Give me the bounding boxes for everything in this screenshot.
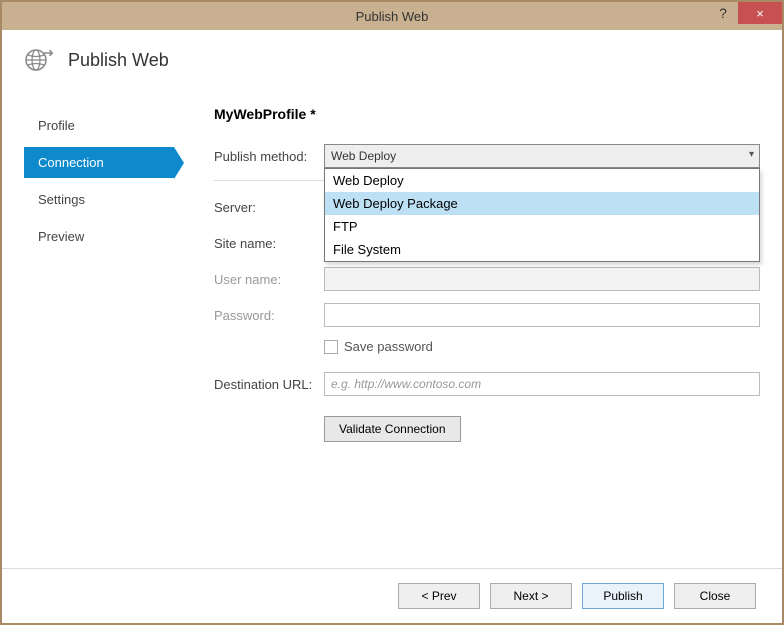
dropdown-option-web-deploy[interactable]: Web Deploy <box>325 169 759 192</box>
save-password-label: Save password <box>344 339 433 354</box>
dropdown-option-ftp[interactable]: FTP <box>325 215 759 238</box>
help-icon: ? <box>719 5 727 21</box>
publish-button[interactable]: Publish <box>582 583 664 609</box>
sidebar-item-label: Settings <box>38 192 85 207</box>
save-password-row: Save password <box>324 339 760 354</box>
password-label: Password: <box>214 308 324 323</box>
main-pane: MyWebProfile * Publish method: Web Deplo… <box>174 100 760 568</box>
sidebar-item-label: Connection <box>38 155 104 170</box>
publish-method-select-wrap: Web Deploy ▾ Web Deploy Web Deploy Packa… <box>324 144 760 168</box>
sidebar-item-preview[interactable]: Preview <box>24 221 174 252</box>
dropdown-option-web-deploy-package[interactable]: Web Deploy Package <box>325 192 759 215</box>
sidebar-item-profile[interactable]: Profile <box>24 110 174 141</box>
close-button[interactable]: Close <box>674 583 756 609</box>
publish-web-dialog: Publish Web ? × Publish Web Profile <box>0 0 784 625</box>
dialog-footer: < Prev Next > Publish Close <box>2 568 782 623</box>
server-label: Server: <box>214 200 324 215</box>
sidebar-item-settings[interactable]: Settings <box>24 184 174 215</box>
user-name-row: User name: <box>214 267 760 291</box>
user-name-label: User name: <box>214 272 324 287</box>
sidebar-item-label: Profile <box>38 118 75 133</box>
publish-method-select[interactable]: Web Deploy <box>324 144 760 168</box>
profile-title: MyWebProfile * <box>214 106 760 122</box>
dialog-body: Profile Connection Settings Preview MyWe… <box>2 100 782 568</box>
validate-connection-button[interactable]: Validate Connection <box>324 416 461 442</box>
globe-publish-icon <box>24 44 56 76</box>
sidebar-item-connection[interactable]: Connection <box>24 147 174 178</box>
publish-method-label: Publish method: <box>214 149 324 164</box>
close-icon: × <box>756 6 764 21</box>
destination-url-label: Destination URL: <box>214 377 324 392</box>
publish-method-value: Web Deploy <box>331 149 396 163</box>
help-button[interactable]: ? <box>708 2 738 24</box>
password-row: Password: <box>214 303 760 327</box>
site-name-label: Site name: <box>214 236 324 251</box>
destination-url-input[interactable] <box>324 372 760 396</box>
publish-method-row: Publish method: Web Deploy ▾ Web Deploy … <box>214 144 760 168</box>
save-password-checkbox[interactable] <box>324 340 338 354</box>
titlebar: Publish Web ? × <box>2 2 782 30</box>
close-window-button[interactable]: × <box>738 2 782 24</box>
sidebar-item-label: Preview <box>38 229 84 244</box>
publish-method-dropdown: Web Deploy Web Deploy Package FTP File S… <box>324 168 760 262</box>
dropdown-option-file-system[interactable]: File System <box>325 238 759 261</box>
window-title: Publish Web <box>356 9 429 24</box>
user-name-input[interactable] <box>324 267 760 291</box>
titlebar-buttons: ? × <box>708 2 782 30</box>
prev-button[interactable]: < Prev <box>398 583 480 609</box>
dialog-title: Publish Web <box>68 50 169 71</box>
destination-url-row: Destination URL: <box>214 372 760 396</box>
next-button[interactable]: Next > <box>490 583 572 609</box>
password-input[interactable] <box>324 303 760 327</box>
wizard-sidebar: Profile Connection Settings Preview <box>24 100 174 568</box>
dialog-header: Publish Web <box>2 30 782 100</box>
